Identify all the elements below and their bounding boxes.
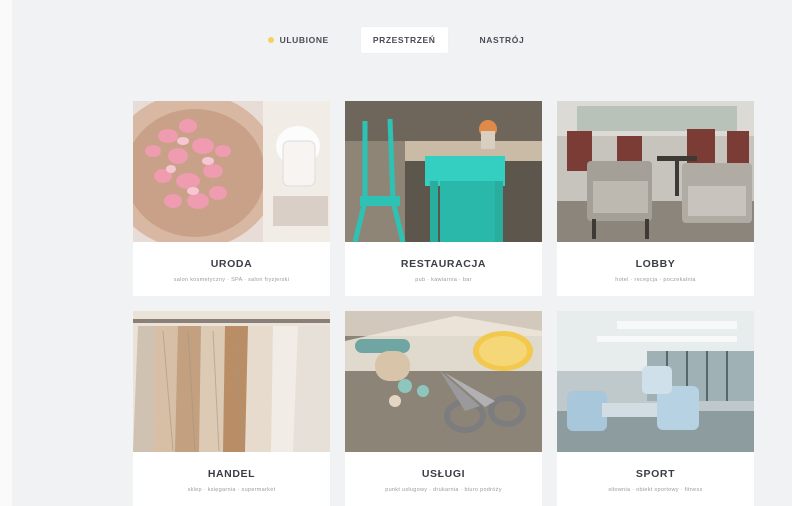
category-card-beauty[interactable]: URODA salon kosmetyczny · SPA · salon fr… [133,101,330,296]
star-icon [267,37,274,43]
sport-image [557,311,754,452]
card-title: USŁUGI [421,468,466,480]
category-card-restaurant[interactable]: RESTAURACJA pub · kawiarnia · bar [345,101,542,296]
card-subtitle: pub · kawiarnia · bar [415,277,472,283]
category-tabs: ULUBIONE PRZESTRZEŃ NASTRÓJ [0,27,792,53]
retail-image [133,311,330,452]
restaurant-image [345,101,542,242]
tab-mood[interactable]: NASTRÓJ [468,27,537,53]
category-card-lobby[interactable]: LOBBY hotel · recepcja · poczekalnia [557,101,754,296]
tab-label: ULUBIONE [279,35,329,45]
card-subtitle: punkt usługowy · drukarnia · biuro podró… [385,487,502,493]
card-subtitle: sklep · księgarnia · supermarket [187,487,276,493]
page: ULUBIONE PRZESTRZEŃ NASTRÓJ URODA salon … [0,0,792,506]
card-title: SPORT [635,468,676,480]
beauty-image [133,101,330,242]
category-card-sport[interactable]: SPORT siłownia · obiekt sportowy · fitne… [557,311,754,506]
tab-space[interactable]: PRZESTRZEŃ [360,27,448,53]
category-card-services[interactable]: USŁUGI punkt usługowy · drukarnia · biur… [345,311,542,506]
card-title: RESTAURACJA [400,258,487,270]
card-title: HANDEL [207,468,256,480]
left-edge [0,0,12,506]
category-card-retail[interactable]: HANDEL sklep · księgarnia · supermarket [133,311,330,506]
card-subtitle: hotel · recepcja · poczekalnia [615,277,696,283]
card-subtitle: salon kosmetyczny · SPA · salon fryzjers… [173,277,290,283]
card-subtitle: siłownia · obiekt sportowy · fitness [608,487,703,493]
tab-label: NASTRÓJ [479,35,525,45]
services-image [345,311,542,452]
card-title: URODA [210,258,253,270]
tab-label: PRZESTRZEŃ [372,35,436,45]
card-title: LOBBY [635,258,676,270]
lobby-image [557,101,754,242]
tab-favorites[interactable]: ULUBIONE [256,27,341,53]
category-grid: URODA salon kosmetyczny · SPA · salon fr… [133,101,754,506]
